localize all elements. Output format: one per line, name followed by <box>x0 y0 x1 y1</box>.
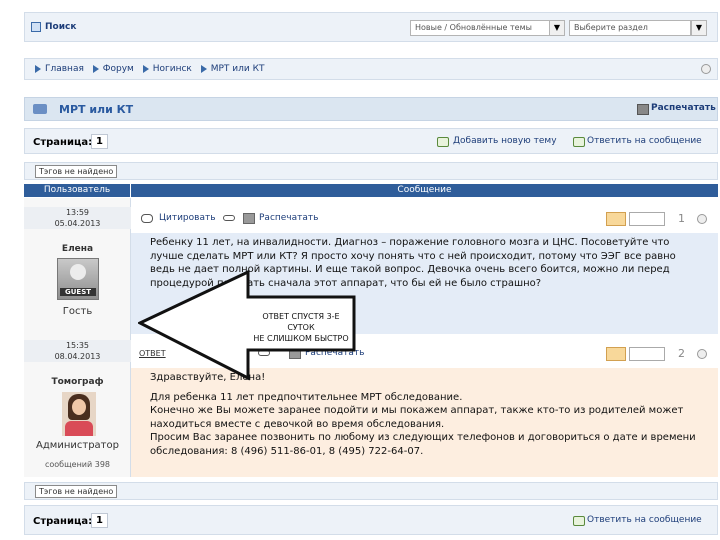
printer-icon <box>243 213 255 224</box>
collapse-icon[interactable] <box>701 64 711 74</box>
arrow-icon <box>142 64 149 73</box>
topic-title: МРТ или КТ <box>59 103 134 116</box>
pager-bar: Страница: 1 Добавить новую тему Ответить… <box>24 128 718 154</box>
guest-label: GUEST <box>60 288 96 296</box>
reply-icon <box>573 516 585 526</box>
avatar-shirt <box>65 421 93 436</box>
post-1-date-text: 05.04.2013 <box>54 219 101 228</box>
annotation-line-2: НЕ СЛИШКОМ БЫСТРО <box>253 334 349 343</box>
tags-not-found-button[interactable]: Тэгов не найдено <box>35 485 118 498</box>
quote-button[interactable]: Цитировать <box>149 213 216 223</box>
post-1-time: 13:59 <box>65 208 90 217</box>
post-1-author-name[interactable]: Елена <box>24 244 131 254</box>
post-2-role: Администратор <box>36 440 119 451</box>
scroll-top-icon[interactable] <box>697 349 707 359</box>
print-post-button[interactable]: Распечатать <box>259 213 318 223</box>
scroll-top-icon[interactable] <box>697 214 707 224</box>
post-1-date: 13:59 05.04.2013 <box>24 207 131 229</box>
post-1-toolbar: Цитировать Распечатать 1 <box>131 207 718 233</box>
top-bar: Поиск Новые / Обновлённые темы ▼ Выберит… <box>24 12 718 42</box>
topic-icon <box>33 104 47 114</box>
section-select-button[interactable]: ▼ <box>691 20 707 36</box>
avatar-face <box>72 399 86 415</box>
arrow-icon <box>92 64 99 73</box>
reply-icon <box>573 137 585 147</box>
post-2-post-count: сообщений 398 <box>44 460 111 469</box>
column-header-user: Пользователь <box>24 184 130 197</box>
post-2-date-text: 08.04.2013 <box>54 352 101 361</box>
post-1-role: Гость <box>62 306 93 317</box>
column-header-message: Сообщение <box>131 184 718 197</box>
print-topic-link[interactable]: Распечатать <box>651 103 716 113</box>
page-label: Страница: <box>33 137 93 148</box>
arrow-icon <box>35 64 41 73</box>
thumbs-icon[interactable] <box>629 347 665 361</box>
topic-header: МРТ или КТ Распечатать <box>24 97 718 121</box>
page-number[interactable]: 1 <box>91 513 108 528</box>
breadcrumb-noginsk[interactable]: Ногинск <box>153 64 192 74</box>
breadcrumb-home[interactable]: Главная <box>45 64 84 74</box>
post-number: 2 <box>678 347 685 360</box>
breadcrumb-topic[interactable]: МРТ или КТ <box>211 64 265 74</box>
avatar: GUEST <box>57 258 99 300</box>
page-number[interactable]: 1 <box>91 134 108 149</box>
reply-link[interactable]: Ответить на сообщение <box>587 515 702 525</box>
tags-not-found-button[interactable]: Тэгов не найдено <box>35 165 118 178</box>
rating-button[interactable] <box>606 347 626 361</box>
annotation-text: ОТВЕТ СПУСТЯ 3-Е СУТОК НЕ СЛИШКОМ БЫСТРО <box>248 311 354 344</box>
new-topic-icon <box>437 137 449 147</box>
thumbs-icon[interactable] <box>629 212 665 226</box>
new-topics-select-button[interactable]: ▼ <box>549 20 565 36</box>
post-2-date: 15:35 08.04.2013 <box>24 340 131 362</box>
printer-icon[interactable] <box>637 104 649 115</box>
bottom-tags-bar: Тэгов не найдено <box>24 482 718 500</box>
rating-button[interactable] <box>606 212 626 226</box>
post-2-body: Здравствуйте, Елена! Для ребенка 11 лет … <box>131 368 718 477</box>
breadcrumb: Главная Форум Ногинск МРТ или КТ <box>24 58 718 80</box>
breadcrumb-forum[interactable]: Форум <box>103 64 134 74</box>
annotation-line-1: ОТВЕТ СПУСТЯ 3-Е СУТОК <box>262 312 340 332</box>
post-2-line: Конечно же Вы можете заранее подойти и м… <box>150 405 684 430</box>
tags-bar: Тэгов не найдено <box>24 162 718 180</box>
section-select[interactable]: Выберите раздел <box>569 20 691 36</box>
admin-avatar <box>62 392 96 436</box>
avatar-head <box>70 264 86 280</box>
new-topic-link[interactable]: Добавить новую тему <box>453 136 557 146</box>
page-label: Страница: <box>33 516 93 527</box>
search-link[interactable]: Поиск <box>45 22 76 32</box>
arrow-icon <box>200 64 207 73</box>
post-2-line: Для ребенка 11 лет предпочтительнее МРТ … <box>150 391 463 403</box>
new-topics-select[interactable]: Новые / Обновлённые темы <box>410 20 550 36</box>
bottom-pager-bar: Страница: 1 Ответить на сообщение <box>24 505 718 535</box>
post-number: 1 <box>678 212 685 225</box>
link-icon[interactable] <box>223 215 235 221</box>
post-2-line: Просим Вас заранее позвонить по любому и… <box>150 432 696 457</box>
post-2-text: Здравствуйте, Елена! Для ребенка 11 лет … <box>150 371 698 458</box>
reply-link[interactable]: Ответить на сообщение <box>587 136 702 146</box>
post-2-time: 15:35 <box>65 341 90 350</box>
search-icon[interactable] <box>31 22 41 32</box>
post-2-author-name[interactable]: Томограф <box>24 377 131 387</box>
